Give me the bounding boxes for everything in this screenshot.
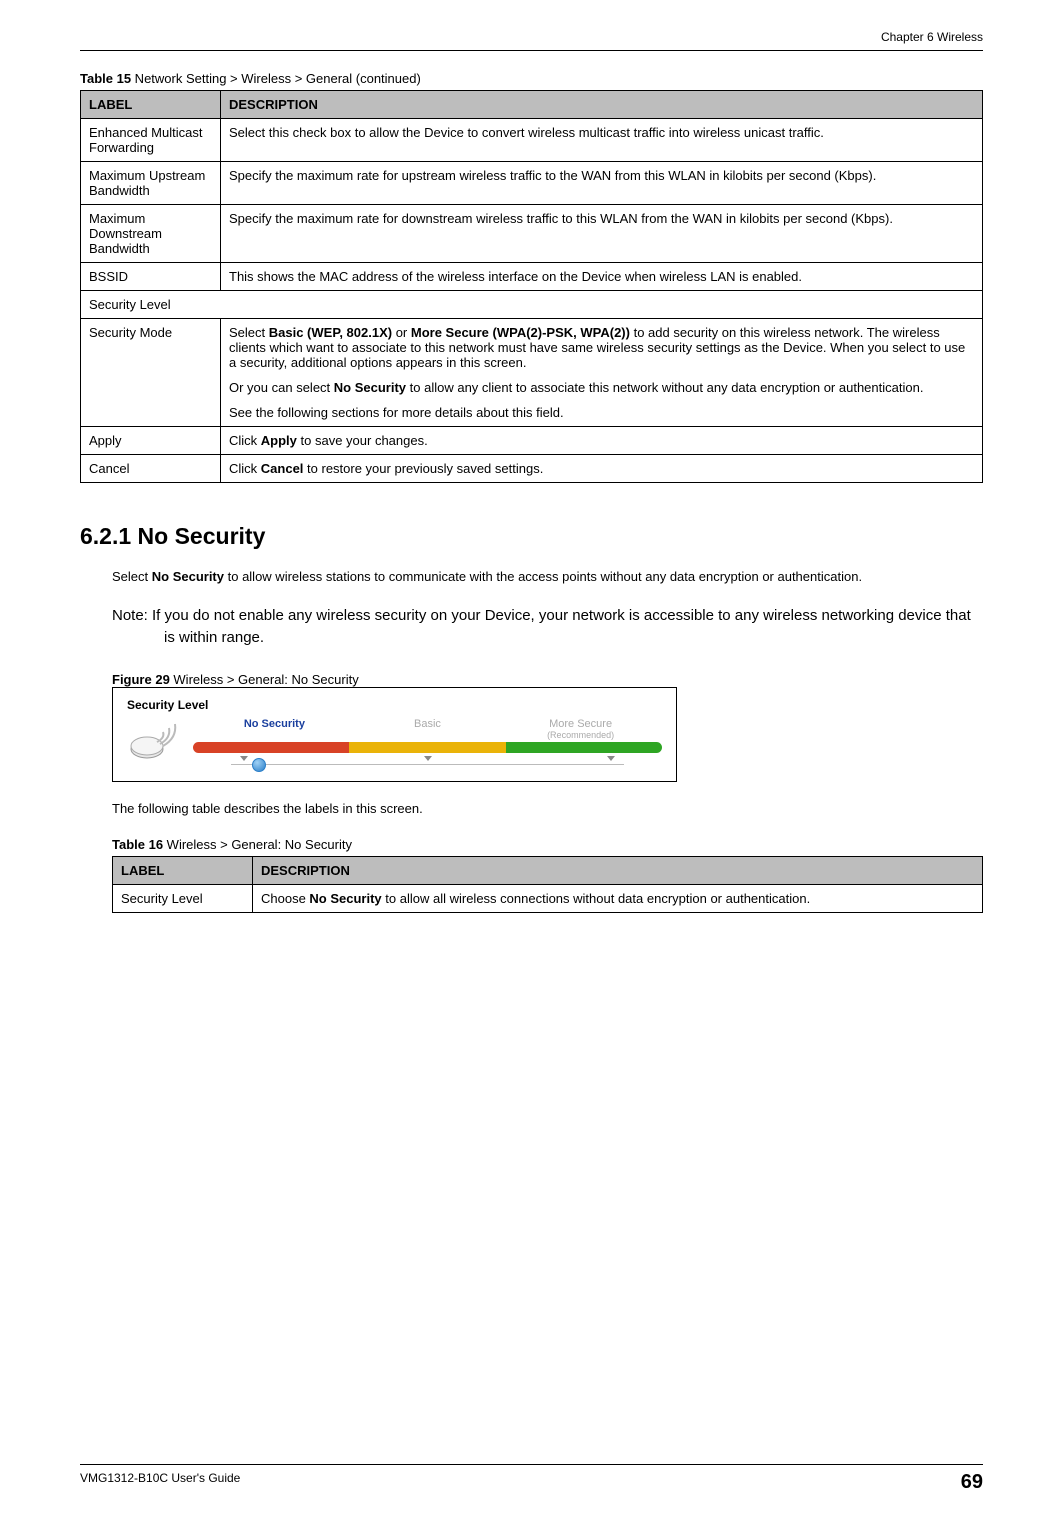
wifi-icon: [127, 718, 183, 760]
row-label-max-upstream: Maximum Upstream Bandwidth: [81, 162, 221, 205]
body1-bold: No Security: [152, 569, 224, 584]
table15-header-description: DESCRIPTION: [221, 91, 983, 119]
table16-caption-number: Table 16: [112, 837, 163, 852]
security-level-bar: [193, 742, 662, 753]
row-section-security-level: Security Level: [81, 291, 983, 319]
secmode-bold-moresecure: More Secure (WPA(2)-PSK, WPA(2)): [411, 325, 630, 340]
table-row: Security Level: [81, 291, 983, 319]
secmode-text: Select: [229, 325, 269, 340]
table-row: Security Mode Select Basic (WEP, 802.1X)…: [81, 319, 983, 427]
body-text-1: Select No Security to allow wireless sta…: [112, 568, 983, 587]
security-bar-green: [506, 742, 662, 753]
slider-tick: [607, 756, 615, 761]
page-footer: VMG1312-B10C User's Guide 69: [80, 1464, 983, 1494]
cancel-text: Click: [229, 461, 261, 476]
figure-security-level-label: Security Level: [127, 698, 662, 712]
row-label-apply: Apply: [81, 427, 221, 455]
row-label-max-downstream: Maximum Downstream Bandwidth: [81, 205, 221, 263]
table-row: Security Level Choose No Security to all…: [113, 884, 983, 912]
table15-header-row: LABEL DESCRIPTION: [81, 91, 983, 119]
apply-text: Click: [229, 433, 261, 448]
apply-text: to save your changes.: [297, 433, 428, 448]
table15-caption-title: Network Setting > Wireless > General (co…: [131, 71, 421, 86]
security-level-labels: No Security Basic More Secure (Recommend…: [193, 718, 662, 740]
table16-row-desc: Choose No Security to allow all wireless…: [253, 884, 983, 912]
table16-header-label: LABEL: [113, 856, 253, 884]
footer-page-number: 69: [961, 1471, 983, 1494]
more-secure-recommended: (Recommended): [505, 730, 656, 740]
security-level-slider[interactable]: [193, 756, 662, 761]
security-option-no-security: No Security: [199, 718, 350, 740]
t16-text: Choose: [261, 891, 309, 906]
table15-caption-number: Table 15: [80, 71, 131, 86]
row-desc-max-upstream: Specify the maximum rate for upstream wi…: [221, 162, 983, 205]
more-secure-text: More Secure: [549, 718, 612, 730]
t16-text: to allow all wireless connections withou…: [382, 891, 811, 906]
table15: LABEL DESCRIPTION Enhanced Multicast For…: [80, 90, 983, 483]
table16-header-row: LABEL DESCRIPTION: [113, 856, 983, 884]
secmode-text: to allow any client to associate this ne…: [406, 380, 923, 395]
cancel-bold: Cancel: [261, 461, 304, 476]
security-bar-yellow: [349, 742, 505, 753]
body-text-2: The following table describes the labels…: [112, 800, 983, 819]
slider-thumb[interactable]: [252, 758, 266, 772]
table15-caption: Table 15 Network Setting > Wireless > Ge…: [80, 71, 983, 86]
secmode-text: See the following sections for more deta…: [229, 405, 974, 420]
figure29-caption-number: Figure 29: [112, 672, 170, 687]
secmode-bold-nosecurity: No Security: [334, 380, 406, 395]
row-desc-cancel: Click Cancel to restore your previously …: [221, 455, 983, 483]
table-row: Maximum Upstream Bandwidth Specify the m…: [81, 162, 983, 205]
slider-tick: [240, 756, 248, 761]
row-desc-enhanced-multicast: Select this check box to allow the Devic…: [221, 119, 983, 162]
secmode-text: Or you can select: [229, 380, 334, 395]
apply-bold: Apply: [261, 433, 297, 448]
table-row: Apply Click Apply to save your changes.: [81, 427, 983, 455]
body1-text: to allow wireless stations to communicat…: [224, 569, 862, 584]
table16-header-description: DESCRIPTION: [253, 856, 983, 884]
note-text: Note: If you do not enable any wireless …: [112, 605, 983, 650]
table-row: Maximum Downstream Bandwidth Specify the…: [81, 205, 983, 263]
row-label-cancel: Cancel: [81, 455, 221, 483]
table-row: Enhanced Multicast Forwarding Select thi…: [81, 119, 983, 162]
row-desc-security-mode: Select Basic (WEP, 802.1X) or More Secur…: [221, 319, 983, 427]
table16-caption-title: Wireless > General: No Security: [163, 837, 352, 852]
figure29-caption-title: Wireless > General: No Security: [170, 672, 359, 687]
t16-bold: No Security: [309, 891, 381, 906]
chapter-header: Chapter 6 Wireless: [80, 30, 983, 51]
secmode-text: or: [392, 325, 411, 340]
row-desc-max-downstream: Specify the maximum rate for downstream …: [221, 205, 983, 263]
table-row: Cancel Click Cancel to restore your prev…: [81, 455, 983, 483]
table-row: BSSID This shows the MAC address of the …: [81, 263, 983, 291]
row-label-bssid: BSSID: [81, 263, 221, 291]
section-heading-no-security: 6.2.1 No Security: [80, 523, 983, 550]
security-bar-red: [193, 742, 349, 753]
row-desc-bssid: This shows the MAC address of the wirele…: [221, 263, 983, 291]
table16: LABEL DESCRIPTION Security Level Choose …: [112, 856, 983, 913]
body1-text: Select: [112, 569, 152, 584]
table16-row-label: Security Level: [113, 884, 253, 912]
footer-guide-title: VMG1312-B10C User's Guide: [80, 1471, 240, 1494]
figure29-screenshot: Security Level No Security Basic More Se…: [112, 687, 677, 782]
table15-header-label: LABEL: [81, 91, 221, 119]
security-option-more-secure: More Secure (Recommended): [505, 718, 656, 740]
row-label-security-mode: Security Mode: [81, 319, 221, 427]
slider-track: [231, 764, 625, 765]
security-option-basic: Basic: [352, 718, 503, 740]
slider-tick: [424, 756, 432, 761]
row-desc-apply: Click Apply to save your changes.: [221, 427, 983, 455]
figure29-caption: Figure 29 Wireless > General: No Securit…: [112, 672, 983, 687]
table16-caption: Table 16 Wireless > General: No Security: [112, 837, 983, 852]
secmode-bold-basic: Basic (WEP, 802.1X): [269, 325, 392, 340]
row-label-enhanced-multicast: Enhanced Multicast Forwarding: [81, 119, 221, 162]
cancel-text: to restore your previously saved setting…: [303, 461, 543, 476]
